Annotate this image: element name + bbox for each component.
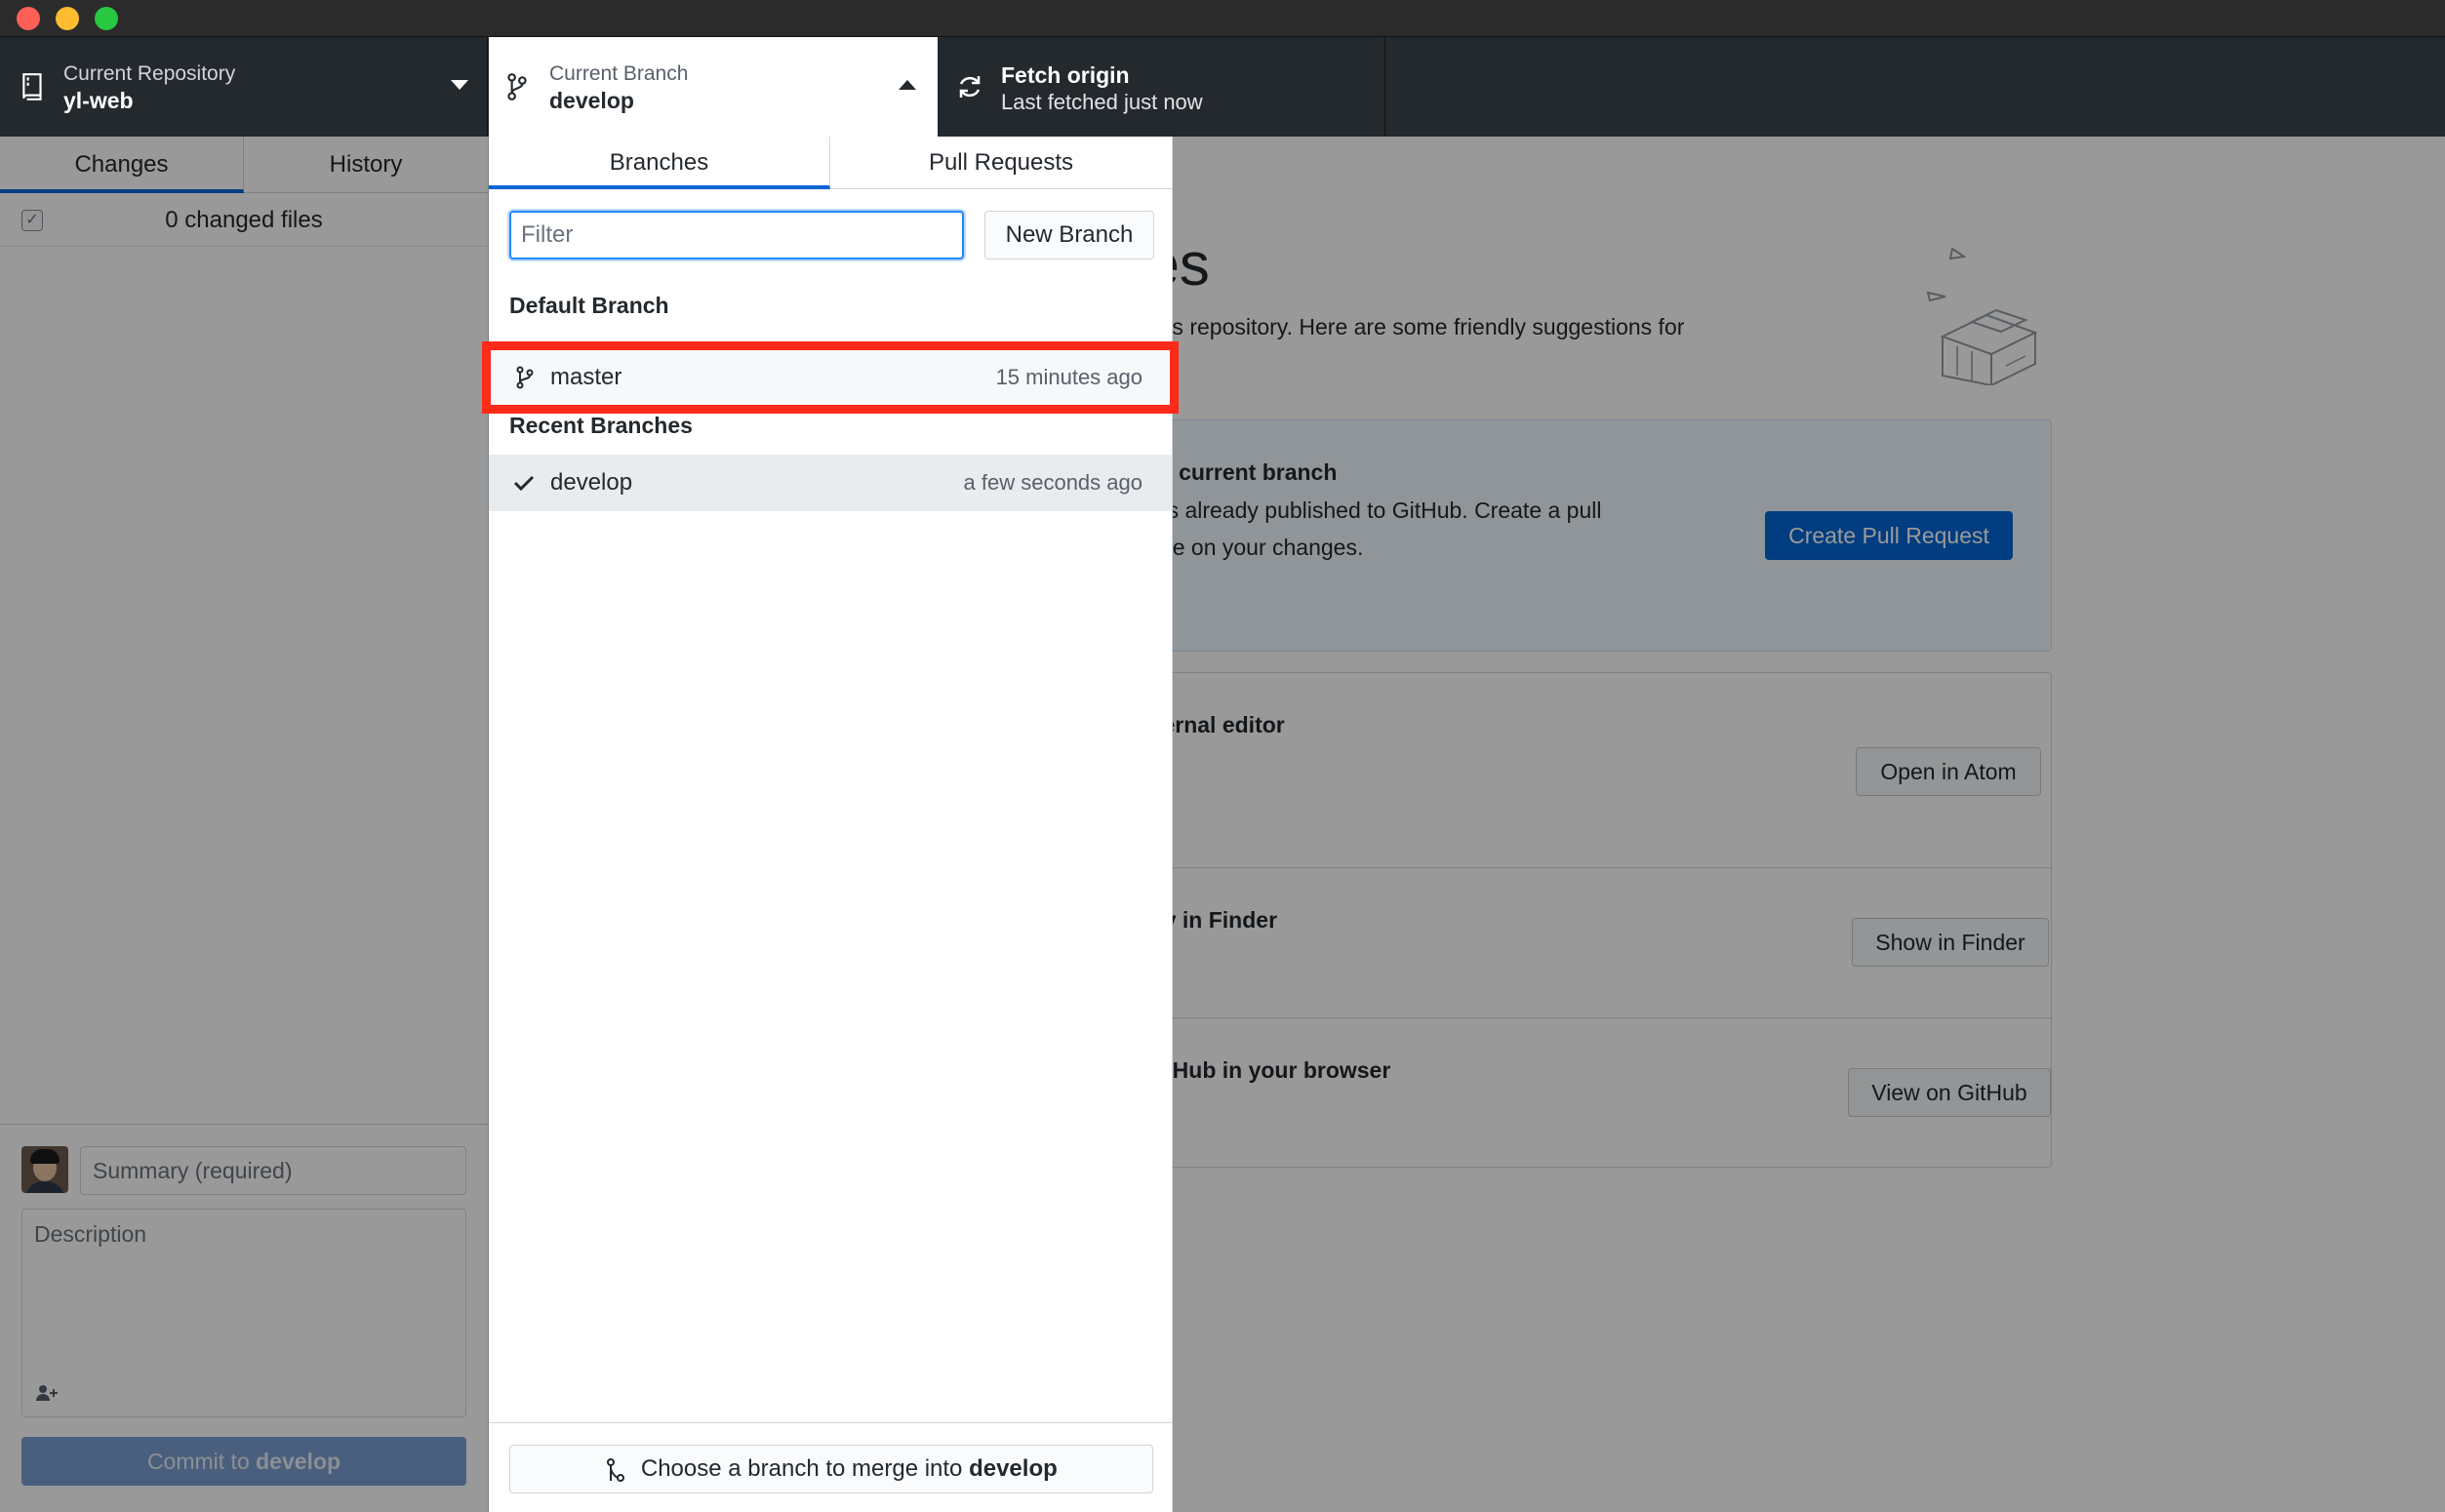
branch-label: Current Branch	[549, 62, 689, 85]
branch-dropdown-tabs: Branches Pull Requests	[489, 137, 1172, 189]
branch-name: master	[550, 364, 622, 390]
default-branch-header: Default Branch	[509, 293, 669, 318]
repository-label: Current Repository	[63, 62, 236, 85]
dropdown-footer: Choose a branch to merge into develop	[489, 1422, 1172, 1512]
tab-branches[interactable]: Branches	[489, 137, 830, 189]
branch-time: 15 minutes ago	[995, 365, 1142, 389]
tab-pull-requests[interactable]: Pull Requests	[830, 137, 1172, 189]
minimize-window-button[interactable]	[56, 7, 79, 30]
repo-icon	[22, 73, 42, 100]
git-branch-icon	[516, 366, 534, 389]
git-merge-icon	[607, 1457, 625, 1482]
git-branch-icon	[507, 73, 527, 100]
branch-item-develop[interactable]: develop a few seconds ago	[489, 455, 1172, 511]
branch-time: a few seconds ago	[963, 470, 1142, 495]
fetch-origin-button[interactable]: Fetch origin Last fetched just now	[939, 37, 1385, 137]
branch-filter-input[interactable]: Filter	[509, 211, 964, 259]
modal-overlay[interactable]	[0, 137, 2445, 1512]
window-titlebar	[0, 0, 2445, 37]
chevron-up-icon	[899, 80, 916, 90]
sync-icon	[959, 76, 981, 98]
merge-branch-button[interactable]: Choose a branch to merge into develop	[509, 1445, 1153, 1493]
zoom-window-button[interactable]	[95, 7, 118, 30]
new-branch-button[interactable]: New Branch	[984, 211, 1154, 259]
close-window-button[interactable]	[17, 7, 40, 30]
current-branch-button[interactable]: Current Branch develop	[489, 37, 938, 137]
chevron-down-icon	[451, 80, 468, 90]
repository-name: yl-web	[63, 88, 134, 113]
branch-name: develop	[550, 469, 633, 496]
fetch-subtitle: Last fetched just now	[1001, 90, 1203, 114]
merge-branch: develop	[969, 1455, 1058, 1482]
branch-name: develop	[549, 88, 634, 113]
merge-prefix: Choose a branch to merge into	[640, 1455, 963, 1482]
branch-item-master[interactable]: master 15 minutes ago	[482, 341, 1179, 414]
recent-branches-header: Recent Branches	[509, 413, 693, 438]
fetch-title: Fetch origin	[1001, 62, 1130, 88]
branch-dropdown: Branches Pull Requests Filter New Branch…	[482, 137, 1179, 1512]
current-repository-button[interactable]: Current Repository yl-web	[0, 37, 488, 137]
checkmark-icon	[513, 475, 535, 492]
toolbar: Current Repository yl-web Current Branch…	[0, 37, 2445, 137]
